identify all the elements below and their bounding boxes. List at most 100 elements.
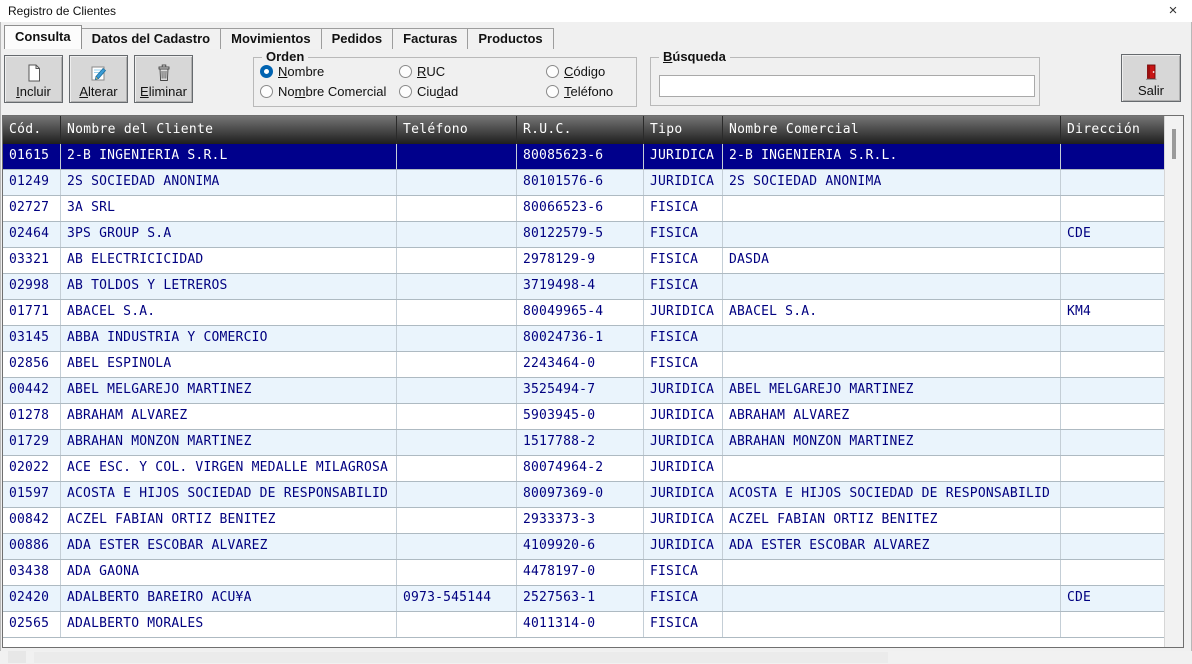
clients-grid: Cód.Nombre del ClienteTeléfonoR.U.C.Tipo… (2, 115, 1184, 648)
table-row[interactable]: 03438ADA GAONA4478197-0FISICA (3, 560, 1183, 586)
cell-c-d: 02022 (3, 456, 61, 481)
cell-nombre-del-cliente: ADA GAONA (61, 560, 397, 585)
table-row[interactable]: 012492S SOCIEDAD ANONIMA80101576-6JURIDI… (3, 170, 1183, 196)
column-header-tipo[interactable]: Tipo (644, 116, 723, 144)
radio-label: Nombre (278, 64, 324, 79)
radio-label: Ciudad (417, 84, 458, 99)
table-row[interactable]: 03321AB ELECTRICICIDAD2978129-9FISICADAS… (3, 248, 1183, 274)
cell-nombre-del-cliente: ABEL MELGAREJO MARTINEZ (61, 378, 397, 403)
cell-direcci-n: KM4 (1061, 300, 1165, 325)
tab-movimientos[interactable]: Movimientos (220, 28, 321, 49)
cell-c-d: 02420 (3, 586, 61, 611)
table-row[interactable]: 00442ABEL MELGAREJO MARTINEZ3525494-7JUR… (3, 378, 1183, 404)
column-header-c-d[interactable]: Cód. (3, 116, 61, 144)
table-row[interactable]: 01278ABRAHAM ALVAREZ5903945-0JURIDICAABR… (3, 404, 1183, 430)
cell-direcci-n (1061, 612, 1165, 637)
table-row[interactable]: 02565ADALBERTO MORALES4011314-0FISICA (3, 612, 1183, 638)
tab-facturas[interactable]: Facturas (392, 28, 468, 49)
radio-icon (399, 85, 412, 98)
cell-direcci-n (1061, 534, 1165, 559)
cell-nombre-comercial (723, 196, 1061, 221)
salir-button-label: Salir (1122, 83, 1180, 98)
vertical-scrollbar[interactable] (1164, 116, 1183, 647)
radio-label: RUC (417, 64, 445, 79)
cell-tipo: JURIDICA (644, 430, 723, 455)
column-header-tel-fono[interactable]: Teléfono (397, 116, 517, 144)
cell-c-d: 03321 (3, 248, 61, 273)
cell-tipo: JURIDICA (644, 404, 723, 429)
cell-nombre-comercial (723, 456, 1061, 481)
eliminar-button-label: Eliminar (135, 84, 192, 99)
tab-productos[interactable]: Productos (467, 28, 553, 49)
eliminar-button[interactable]: Eliminar (134, 55, 193, 103)
column-header-r-u-c[interactable]: R.U.C. (517, 116, 644, 144)
new-document-icon (5, 64, 62, 84)
cell-tipo: JURIDICA (644, 300, 723, 325)
column-header-nombre-del-cliente[interactable]: Nombre del Cliente (61, 116, 397, 144)
search-input[interactable] (659, 75, 1035, 97)
cell-direcci-n (1061, 196, 1165, 221)
cell-direcci-n (1061, 274, 1165, 299)
cell-tipo: FISICA (644, 586, 723, 611)
table-row[interactable]: 02856ABEL ESPINOLA2243464-0FISICA (3, 352, 1183, 378)
table-row[interactable]: 01597ACOSTA E HIJOS SOCIEDAD DE RESPONSA… (3, 482, 1183, 508)
cell-r-u-c: 2978129-9 (517, 248, 644, 273)
table-row[interactable]: 03145ABBA INDUSTRIA Y COMERCIO80024736-1… (3, 326, 1183, 352)
table-row[interactable]: 02420ADALBERTO BAREIRO ACU¥A0973-5451442… (3, 586, 1183, 612)
cell-tel-fono (397, 300, 517, 325)
cell-r-u-c: 3525494-7 (517, 378, 644, 403)
busqueda-groupbox: Búsqueda (650, 57, 1040, 106)
table-row[interactable]: 01771ABACEL S.A.80049965-4JURIDICAABACEL… (3, 300, 1183, 326)
cell-direcci-n (1061, 482, 1165, 507)
cell-tel-fono (397, 456, 517, 481)
horizontal-scrollbar[interactable] (0, 651, 1192, 664)
table-row[interactable]: 027273A SRL80066523-6FISICA (3, 196, 1183, 222)
tab-datos-del-cadastro[interactable]: Datos del Cadastro (81, 28, 221, 49)
cell-nombre-comercial (723, 352, 1061, 377)
radio-ruc[interactable]: RUC (399, 64, 445, 79)
alterar-button[interactable]: Alterar (69, 55, 128, 103)
column-header-direcci-n[interactable]: Dirección (1061, 116, 1165, 144)
salir-button[interactable]: Salir (1121, 54, 1181, 102)
exit-door-icon (1122, 63, 1180, 83)
cell-r-u-c: 80024736-1 (517, 326, 644, 351)
radio-nombre[interactable]: Nombre (260, 64, 324, 79)
orden-groupbox: Orden NombreNombre ComercialRUCCiudadCód… (253, 57, 637, 107)
radio-ciudad[interactable]: Ciudad (399, 84, 458, 99)
cell-nombre-del-cliente: ABEL ESPINOLA (61, 352, 397, 377)
cell-tel-fono (397, 612, 517, 637)
tab-consulta[interactable]: Consulta (4, 25, 82, 49)
cell-nombre-del-cliente: ADALBERTO MORALES (61, 612, 397, 637)
radio-nombre-comercial[interactable]: Nombre Comercial (260, 84, 386, 99)
cell-nombre-del-cliente: 3A SRL (61, 196, 397, 221)
cell-nombre-comercial: DASDA (723, 248, 1061, 273)
horizontal-scrollbar-thumb[interactable] (34, 652, 888, 663)
cell-r-u-c: 80097369-0 (517, 482, 644, 507)
table-row[interactable]: 02998AB TOLDOS Y LETREROS3719498-4FISICA (3, 274, 1183, 300)
cell-c-d: 01615 (3, 144, 61, 169)
cell-r-u-c: 4011314-0 (517, 612, 644, 637)
cell-c-d: 02727 (3, 196, 61, 221)
radio-c-digo[interactable]: Código (546, 64, 605, 79)
table-row[interactable]: 02022ACE ESC. Y COL. VIRGEN MEDALLE MILA… (3, 456, 1183, 482)
busqueda-legend: Búsqueda (659, 49, 730, 64)
table-row[interactable]: 00886ADA ESTER ESCOBAR ALVAREZ4109920-6J… (3, 534, 1183, 560)
vertical-scrollbar-thumb[interactable] (1172, 129, 1176, 159)
incluir-button[interactable]: Incluir (4, 55, 63, 103)
tab-pedidos[interactable]: Pedidos (321, 28, 394, 49)
cell-c-d: 03145 (3, 326, 61, 351)
column-header-nombre-comercial[interactable]: Nombre Comercial (723, 116, 1061, 144)
close-icon[interactable]: × (1162, 1, 1184, 21)
table-row[interactable]: 01729ABRAHAN MONZON MARTINEZ1517788-2JUR… (3, 430, 1183, 456)
radio-tel-fono[interactable]: Teléfono (546, 84, 613, 99)
cell-tel-fono (397, 352, 517, 377)
cell-direcci-n (1061, 248, 1165, 273)
cell-nombre-del-cliente: AB TOLDOS Y LETREROS (61, 274, 397, 299)
cell-direcci-n (1061, 170, 1165, 195)
table-row[interactable]: 024643PS GROUP S.A80122579-5FISICACDE (3, 222, 1183, 248)
cell-direcci-n (1061, 352, 1165, 377)
table-row[interactable]: 016152-B INGENIERIA S.R.L80085623-6JURID… (3, 144, 1183, 170)
table-row[interactable]: 00842ACZEL FABIAN ORTIZ BENITEZ2933373-3… (3, 508, 1183, 534)
cell-direcci-n (1061, 430, 1165, 455)
tab-strip: ConsultaDatos del CadastroMovimientosPed… (4, 27, 553, 49)
